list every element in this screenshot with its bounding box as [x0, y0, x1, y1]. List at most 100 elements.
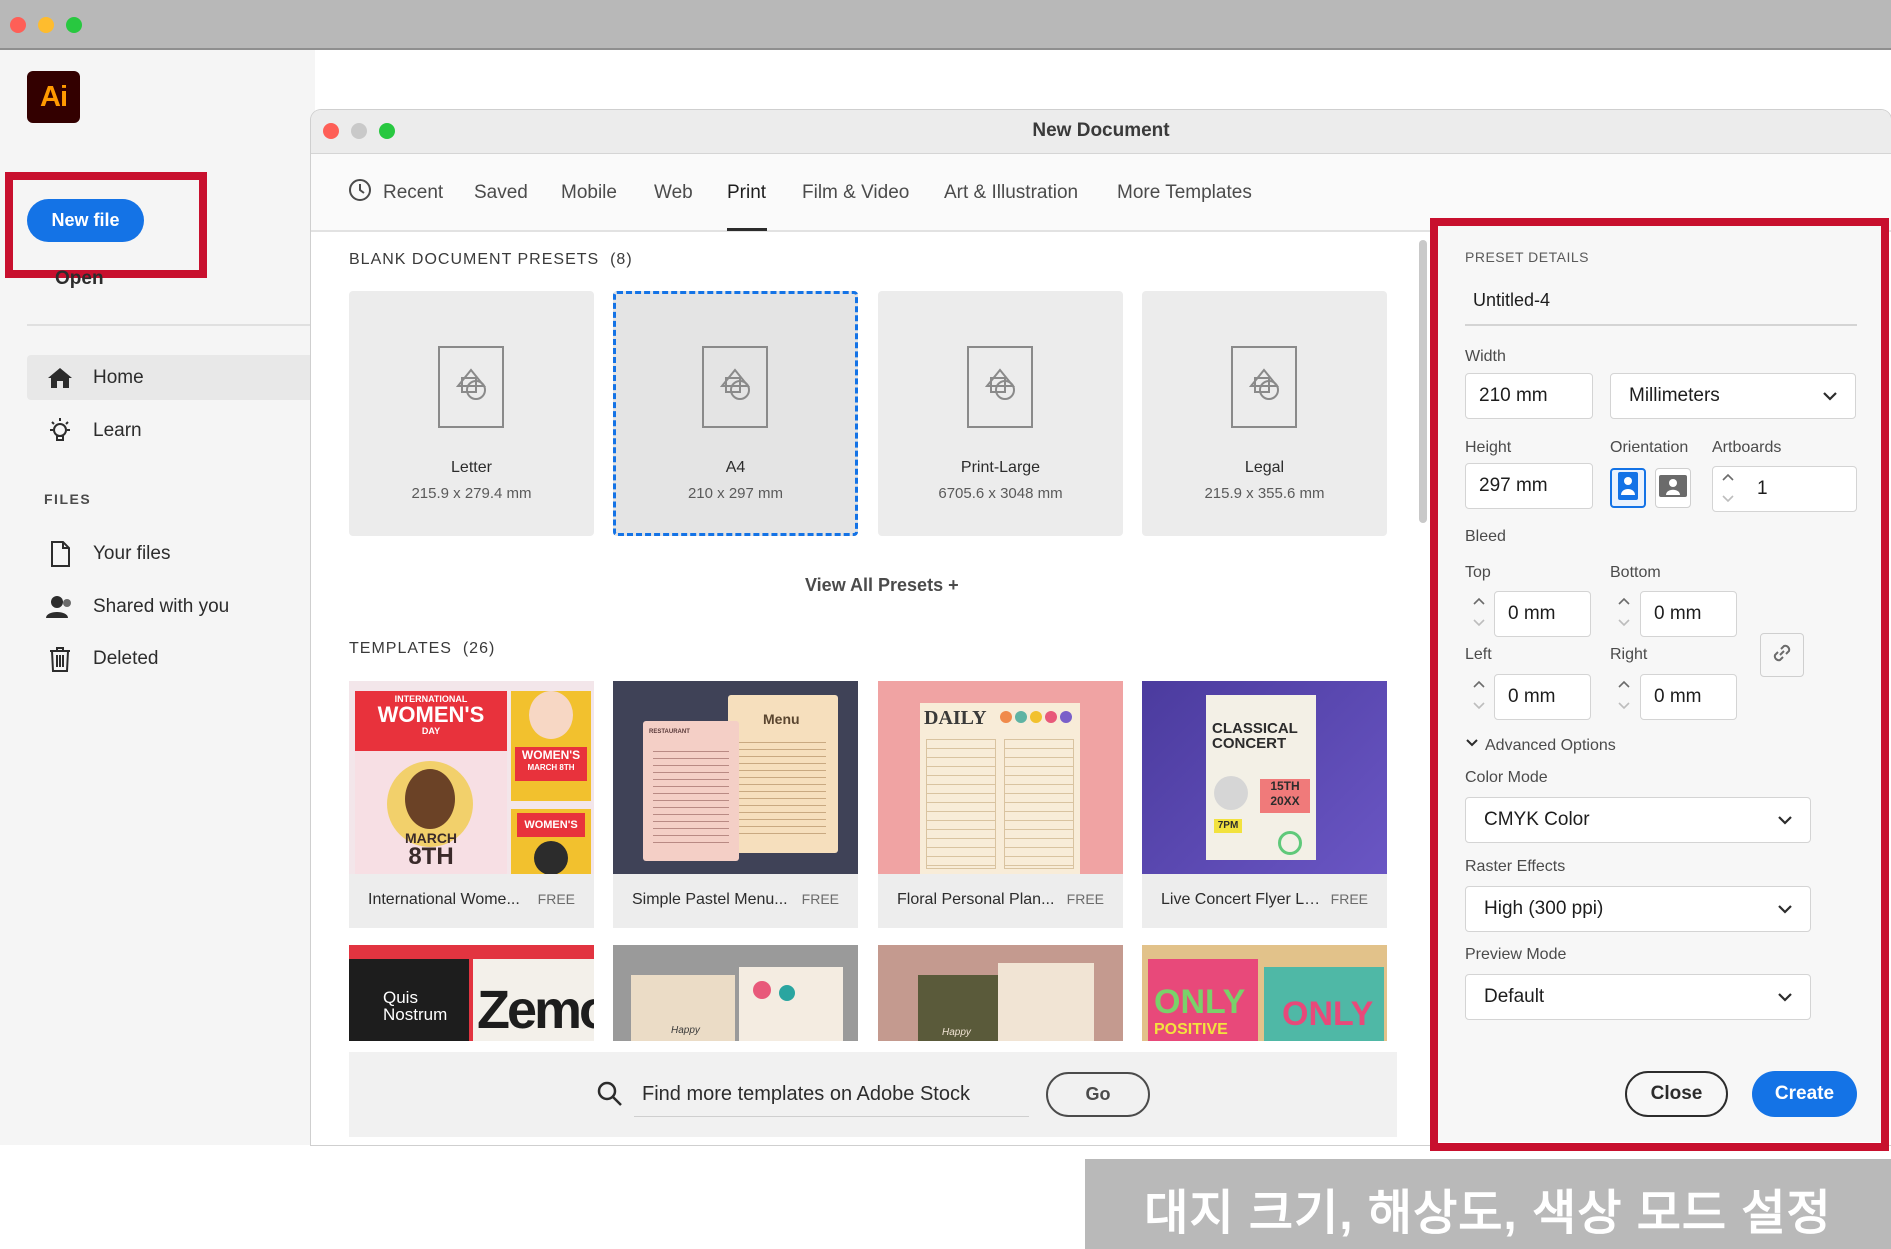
- template-card-only-positive[interactable]: ONLY POSITIVE ONLY: [1142, 945, 1387, 1041]
- preset-card-a4[interactable]: A4 210 x 297 mm: [613, 291, 858, 536]
- template-card-birthday[interactable]: Happy: [613, 945, 858, 1041]
- chevron-down-icon: [1465, 736, 1479, 755]
- sidebar-item-your-files[interactable]: Your files: [27, 531, 315, 576]
- preset-size: 6705.6 x 3048 mm: [938, 485, 1063, 502]
- close-window-button[interactable]: [10, 17, 26, 33]
- bleed-bottom-input[interactable]: 0 mm: [1640, 591, 1737, 637]
- bleed-right-stepper[interactable]: [1610, 670, 1638, 722]
- sidebar-item-label: Your files: [93, 542, 171, 564]
- chevron-down-icon[interactable]: [1617, 615, 1631, 633]
- chevron-up-icon[interactable]: [1617, 593, 1631, 611]
- bleed-bottom-stepper[interactable]: [1610, 587, 1638, 639]
- tab-saved[interactable]: Saved: [474, 182, 528, 204]
- sidebar-divider: [27, 324, 315, 326]
- chevron-down-icon[interactable]: [1472, 615, 1486, 633]
- color-mode-value: CMYK Color: [1484, 809, 1590, 830]
- dialog-title: New Document: [1032, 120, 1170, 141]
- height-input[interactable]: 297 mm: [1465, 463, 1593, 509]
- template-free-badge: FREE: [1330, 891, 1368, 907]
- template-name: International Wome...: [368, 891, 520, 908]
- preset-card-legal[interactable]: Legal 215.9 x 355.6 mm: [1142, 291, 1387, 536]
- main-titlebar: [0, 0, 1891, 50]
- template-free-badge: FREE: [537, 891, 575, 907]
- zoom-window-button[interactable]: [66, 17, 82, 33]
- tab-recent[interactable]: Recent: [383, 182, 443, 204]
- tab-mobile[interactable]: Mobile: [561, 182, 617, 204]
- open-link[interactable]: Open: [55, 268, 104, 290]
- tab-film-video[interactable]: Film & Video: [802, 182, 909, 204]
- width-input[interactable]: 210 mm: [1465, 373, 1593, 419]
- tab-more-templates[interactable]: More Templates: [1117, 182, 1252, 204]
- preset-card-letter[interactable]: Letter 215.9 x 279.4 mm: [349, 291, 594, 536]
- template-card-floral-planner[interactable]: DAILY Floral Personal Plan... FREE: [878, 681, 1123, 928]
- clock-icon: [348, 178, 372, 208]
- document-shape-icon: [967, 346, 1033, 428]
- go-button[interactable]: Go: [1046, 1072, 1150, 1117]
- chevron-up-icon[interactable]: [1472, 593, 1486, 611]
- tab-web[interactable]: Web: [654, 182, 693, 204]
- raster-effects-dropdown[interactable]: High (300 ppi): [1465, 886, 1811, 932]
- preset-card-print-large[interactable]: Print-Large 6705.6 x 3048 mm: [878, 291, 1123, 536]
- minimize-window-button[interactable]: [38, 17, 54, 33]
- chevron-up-icon[interactable]: [1472, 676, 1486, 694]
- view-all-presets-link[interactable]: View All Presets +: [805, 575, 959, 596]
- template-card-womens-day[interactable]: INTERNATIONAL WOMEN'S DAY MARCH 8TH WOME…: [349, 681, 594, 928]
- templates-scroll-thumb[interactable]: [1419, 240, 1427, 523]
- document-name-input[interactable]: Untitled-4: [1465, 280, 1857, 326]
- color-mode-dropdown[interactable]: CMYK Color: [1465, 797, 1811, 843]
- raster-effects-label: Raster Effects: [1465, 858, 1566, 875]
- landscape-icon: [1658, 474, 1688, 503]
- chevron-up-icon[interactable]: [1617, 676, 1631, 694]
- bleed-left-label: Left: [1465, 646, 1492, 663]
- orientation-label: Orientation: [1610, 439, 1689, 456]
- advanced-options-toggle[interactable]: Advanced Options: [1465, 736, 1616, 755]
- chevron-down-icon[interactable]: [1472, 698, 1486, 716]
- template-card-floral-card[interactable]: Happy: [878, 945, 1123, 1041]
- sidebar-item-label: Learn: [93, 419, 142, 441]
- sidebar-item-home[interactable]: Home: [27, 355, 315, 400]
- artboards-stepper[interactable]: [1714, 463, 1742, 515]
- bleed-left-stepper[interactable]: [1465, 670, 1493, 722]
- presets-heading: BLANK DOCUMENT PRESETS (8): [349, 251, 633, 268]
- chevron-up-icon[interactable]: [1721, 469, 1735, 487]
- bleed-top-stepper[interactable]: [1465, 587, 1493, 639]
- portrait-orientation-button[interactable]: [1610, 468, 1646, 508]
- templates-heading: TEMPLATES (26): [349, 640, 496, 657]
- bleed-left-input[interactable]: 0 mm: [1494, 674, 1591, 720]
- units-dropdown[interactable]: Millimeters: [1610, 373, 1856, 419]
- sidebar-item-label: Deleted: [93, 647, 159, 669]
- template-card-pastel-menu[interactable]: Menu RESTAURANT Simple Pastel Menu... FR…: [613, 681, 858, 928]
- tab-print[interactable]: Print: [727, 182, 766, 204]
- bleed-top-input[interactable]: 0 mm: [1494, 591, 1591, 637]
- preview-mode-label: Preview Mode: [1465, 946, 1567, 963]
- preset-name: Print-Large: [960, 459, 1041, 476]
- sidebar-item-shared[interactable]: Shared with you: [27, 584, 315, 629]
- files-heading: FILES: [44, 491, 92, 507]
- landscape-orientation-button[interactable]: [1655, 468, 1691, 508]
- tab-art-illustration[interactable]: Art & Illustration: [944, 182, 1078, 204]
- chevron-down-icon: [1821, 387, 1839, 411]
- dialog-titlebar: New Document: [311, 110, 1891, 154]
- raster-effects-value: High (300 ppi): [1484, 898, 1604, 919]
- adobe-stock-search-input[interactable]: Find more templates on Adobe Stock: [634, 1075, 1029, 1117]
- preview-mode-dropdown[interactable]: Default: [1465, 974, 1811, 1020]
- bleed-right-input[interactable]: 0 mm: [1640, 674, 1737, 720]
- home-icon: [43, 366, 77, 390]
- preview-mode-value: Default: [1484, 986, 1545, 1007]
- trash-icon: [43, 646, 77, 672]
- chevron-down-icon[interactable]: [1617, 698, 1631, 716]
- template-thumbnail: INTERNATIONAL WOMEN'S DAY MARCH 8TH WOME…: [349, 681, 594, 874]
- create-button[interactable]: Create: [1752, 1071, 1857, 1117]
- template-free-badge: FREE: [801, 891, 839, 907]
- lightbulb-icon: [43, 417, 77, 445]
- sidebar-item-learn[interactable]: Learn: [27, 408, 315, 453]
- template-card-concert-flyer[interactable]: CLASSICAL CONCERT 15TH 20XX 7PM Live Con…: [1142, 681, 1387, 928]
- chevron-down-icon[interactable]: [1721, 491, 1735, 509]
- units-value: Millimeters: [1629, 385, 1720, 406]
- file-icon: [43, 540, 77, 567]
- close-button[interactable]: Close: [1625, 1071, 1728, 1117]
- template-card-quis-nostrum[interactable]: Quis Nostrum Zemo: [349, 945, 594, 1041]
- link-bleed-button[interactable]: [1760, 633, 1804, 677]
- sidebar-item-deleted[interactable]: Deleted: [27, 636, 315, 681]
- preset-details-heading: PRESET DETAILS: [1465, 249, 1589, 265]
